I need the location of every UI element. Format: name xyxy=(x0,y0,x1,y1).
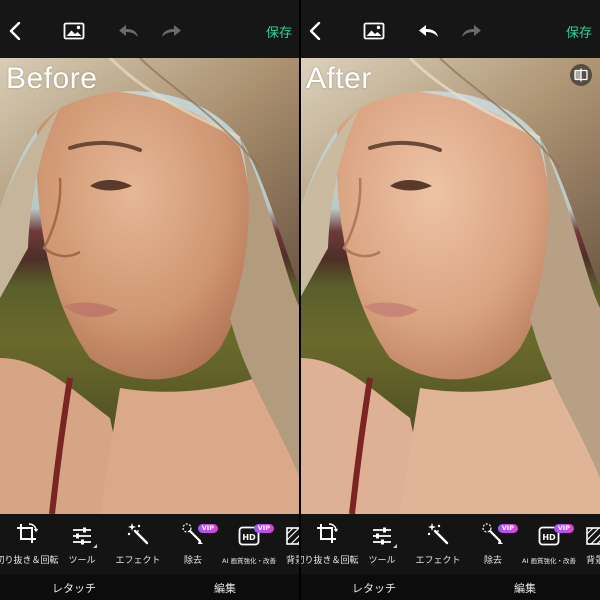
background-icon xyxy=(286,527,300,545)
panel-divider xyxy=(299,0,301,600)
image-icon xyxy=(363,22,385,40)
sliders-icon xyxy=(73,527,91,545)
comparison-screen: 保存 Before 切り抜き＆回転 ツール エフェクト VIP 除去 HD VI… xyxy=(0,0,600,600)
back-button[interactable] xyxy=(306,18,324,44)
vip-badge: VIP xyxy=(497,524,518,533)
photo-before xyxy=(0,58,300,514)
top-bar: 保存 xyxy=(0,0,300,58)
compare-button[interactable] xyxy=(570,64,592,86)
compare-icon xyxy=(574,68,588,82)
tool-crop-rotate[interactable]: 切り抜き＆回転 xyxy=(300,514,359,574)
vip-badge: VIP xyxy=(553,524,574,533)
tool-background[interactable]: 背景 xyxy=(580,514,600,574)
svg-text:HD: HD xyxy=(242,533,256,542)
magic-wand-icon xyxy=(427,523,449,545)
tool-tools[interactable]: ツール xyxy=(60,514,104,574)
image-icon xyxy=(63,22,85,40)
redo-button[interactable] xyxy=(158,18,184,44)
before-label: Before xyxy=(6,62,98,95)
undo-button[interactable] xyxy=(416,18,442,44)
tool-remove[interactable]: VIP 除去 xyxy=(172,514,218,574)
bottom-tabs: レタッチ 編集 xyxy=(300,574,600,600)
photo-after xyxy=(300,58,600,514)
gallery-button[interactable] xyxy=(362,18,386,44)
crop-rotate-icon xyxy=(317,523,339,543)
after-panel: 保存 After 切り抜き＆回転 ツール エフェクト VIP 除去 HD VIP… xyxy=(300,0,600,600)
edit-toolbar: 切り抜き＆回転 ツール エフェクト VIP 除去 HD VIP AI 画質強化・… xyxy=(0,514,300,574)
tool-remove[interactable]: VIP 除去 xyxy=(472,514,518,574)
redo-icon xyxy=(162,25,181,37)
tool-tools[interactable]: ツール xyxy=(360,514,404,574)
redo-button[interactable] xyxy=(458,18,484,44)
tab-edit[interactable]: 編集 xyxy=(514,580,536,596)
vip-badge: VIP xyxy=(197,524,218,533)
tool-ai-enhance[interactable]: HD VIP AI 画質強化・改善 xyxy=(218,514,280,574)
magic-wand-icon xyxy=(127,523,149,545)
tab-edit[interactable]: 編集 xyxy=(214,580,236,596)
tool-crop-rotate[interactable]: 切り抜き＆回転 xyxy=(0,514,59,574)
tool-effect[interactable]: エフェクト xyxy=(414,514,462,574)
svg-text:HD: HD xyxy=(542,533,556,542)
portrait-photo xyxy=(0,58,300,514)
before-panel: 保存 Before 切り抜き＆回転 ツール エフェクト VIP 除去 HD VI… xyxy=(0,0,300,600)
back-button[interactable] xyxy=(6,18,24,44)
undo-icon xyxy=(419,25,438,37)
bottom-tabs: レタッチ 編集 xyxy=(0,574,300,600)
after-label: After xyxy=(306,62,372,95)
chevron-left-icon xyxy=(309,22,321,40)
save-button[interactable]: 保存 xyxy=(266,22,292,41)
tab-retouch[interactable]: レタッチ xyxy=(352,580,396,596)
undo-button[interactable] xyxy=(116,18,142,44)
tab-retouch[interactable]: レタッチ xyxy=(52,580,96,596)
portrait-photo xyxy=(300,58,600,514)
undo-icon xyxy=(119,25,138,37)
gallery-button[interactable] xyxy=(62,18,86,44)
background-icon xyxy=(586,527,600,545)
tool-effect[interactable]: エフェクト xyxy=(114,514,162,574)
top-bar: 保存 xyxy=(300,0,600,58)
save-button[interactable]: 保存 xyxy=(566,22,592,41)
crop-rotate-icon xyxy=(17,523,39,543)
vip-badge: VIP xyxy=(253,524,274,533)
submenu-indicator xyxy=(393,544,397,548)
tool-background[interactable]: 背景 xyxy=(280,514,300,574)
tool-ai-enhance[interactable]: HD VIP AI 画質強化・改善 xyxy=(518,514,580,574)
submenu-indicator xyxy=(93,544,97,548)
redo-icon xyxy=(462,25,481,37)
edit-toolbar: 切り抜き＆回転 ツール エフェクト VIP 除去 HD VIP AI 画質強化・… xyxy=(300,514,600,574)
sliders-icon xyxy=(373,527,391,545)
chevron-left-icon xyxy=(9,22,21,40)
